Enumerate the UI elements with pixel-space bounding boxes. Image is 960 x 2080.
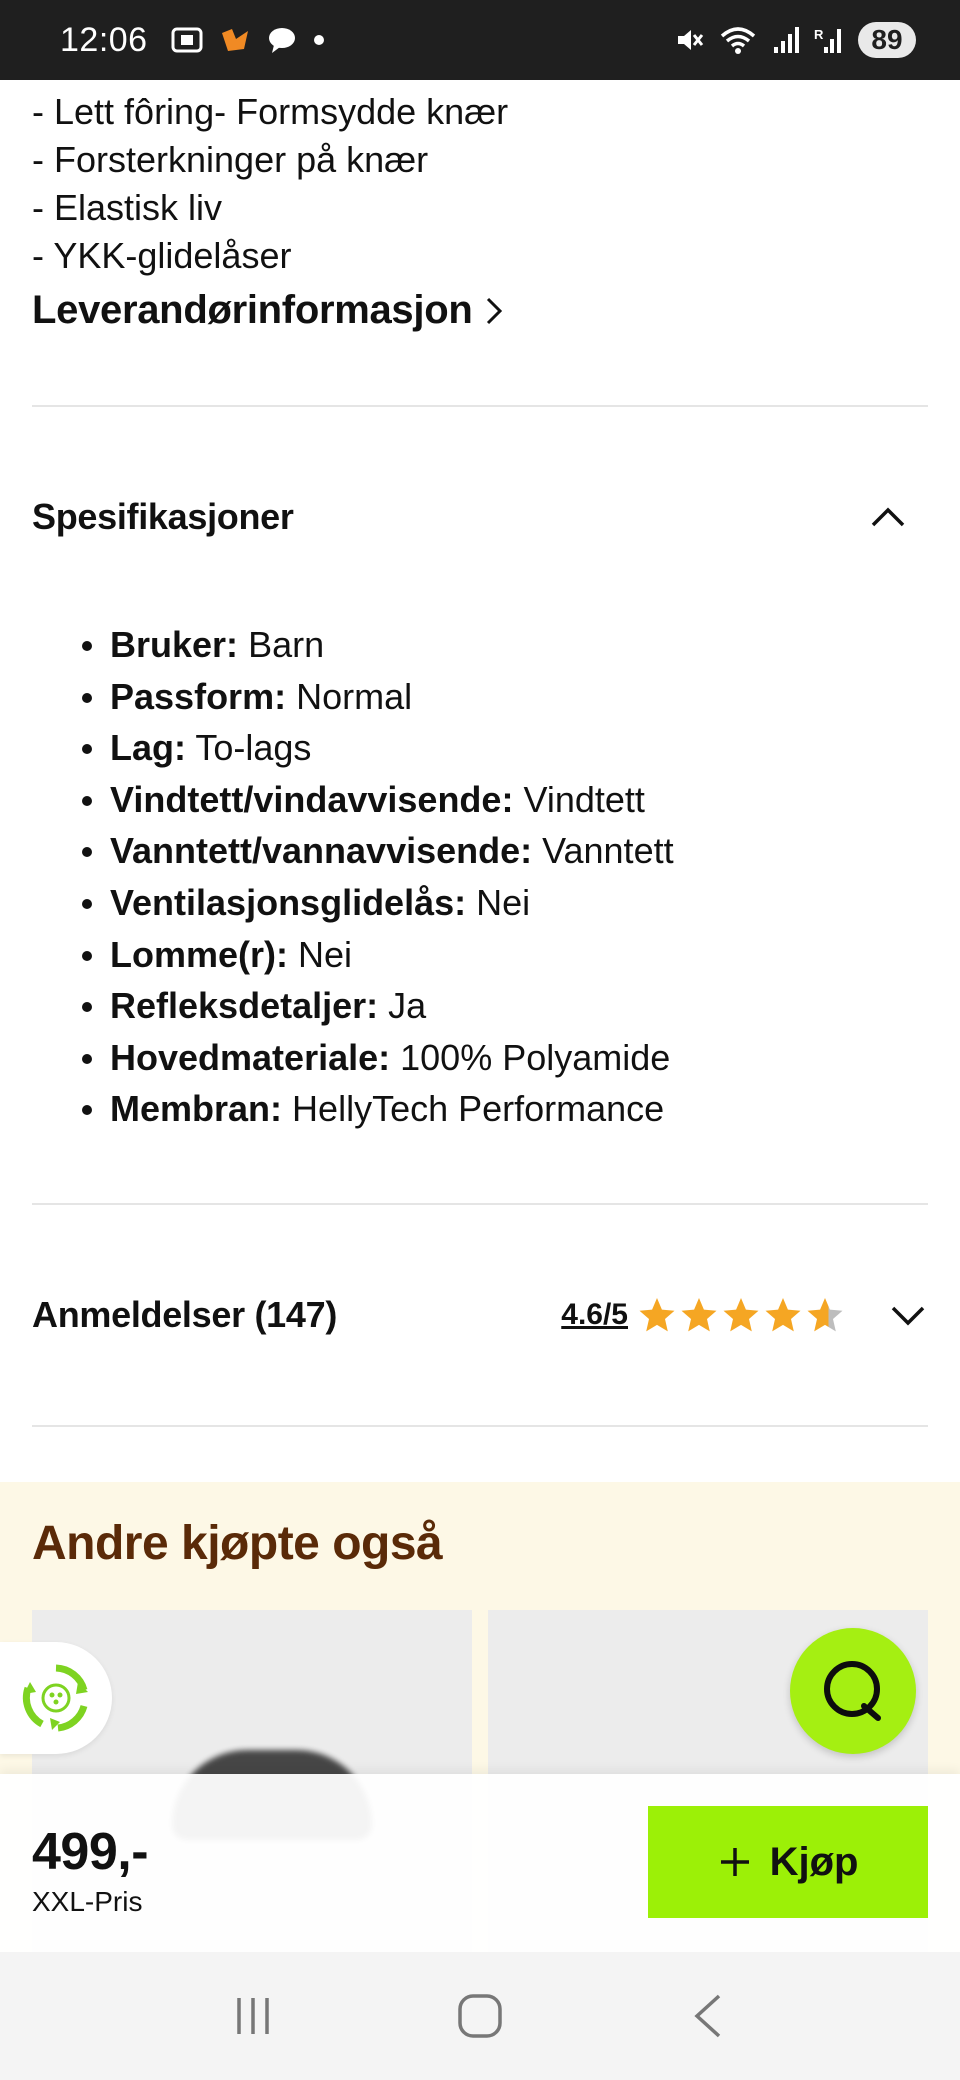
reviews-header[interactable]: Anmeldelser (147) 4.6/5 [0, 1205, 960, 1425]
spec-key: Lomme(r): [110, 933, 288, 975]
spec-key: Hovedmateriale: [110, 1036, 391, 1078]
star-icon [681, 1297, 717, 1332]
signal-r-icon: R [814, 27, 841, 53]
star-icon [639, 1297, 675, 1332]
svg-text:R: R [814, 27, 824, 42]
spec-value: To-lags [195, 727, 312, 769]
spec-key: Vanntett/vannavvisende: [110, 830, 533, 872]
spec-item: Bruker: Barn [82, 619, 928, 671]
description-line: - Forsterkninger på knær [32, 139, 429, 180]
reviews-title: Anmeldelser (147) [32, 1293, 338, 1335]
spec-item: Passform: Normal [82, 671, 928, 723]
spec-value: Barn [248, 624, 325, 665]
chat-bubble-icon [268, 28, 295, 53]
recommendations-title: Andre kjøpte også [32, 1517, 443, 1570]
spec-key: Membran: [110, 1088, 283, 1130]
home-button[interactable] [440, 1976, 520, 2056]
spec-item: Refleksdetaljer: Ja [82, 980, 928, 1032]
recycle-icon [22, 1664, 88, 1732]
description-line: - Elastisk liv [32, 187, 223, 228]
spec-key: Ventilasjonsglidelås: [110, 881, 467, 923]
eco-badge[interactable] [0, 1642, 112, 1754]
spec-key: Refleksdetaljer: [110, 985, 379, 1027]
buy-button[interactable]: Kjøp [648, 1806, 928, 1918]
buy-bar: 499,- XXL-Pris Kjøp [0, 1774, 960, 1952]
spec-value: Ja [388, 985, 427, 1027]
back-button[interactable] [667, 1976, 747, 2056]
spec-value: Vanntett [542, 830, 674, 872]
star-icon [807, 1297, 843, 1332]
price: 499,- [32, 1823, 149, 1881]
product-description: - Lett fôring- Formsydde knær - Forsterk… [0, 80, 960, 333]
spec-value: 100% Polyamide [400, 1036, 671, 1078]
spec-item: Ventilasjonsglidelås: Nei [82, 877, 928, 929]
rating-stars [638, 1296, 844, 1334]
spec-value: HellyTech Performance [292, 1088, 665, 1130]
wifi-icon [720, 27, 756, 54]
system-nav-bar [0, 1952, 960, 2080]
spec-value: Nei [476, 881, 531, 923]
chevron-down-icon [891, 1306, 925, 1326]
chevron-up-icon [871, 507, 905, 527]
screenshot-icon [171, 27, 203, 53]
spec-key: Bruker: [110, 624, 239, 665]
spec-item: Lag: To-lags [82, 722, 928, 774]
back-icon [694, 1994, 720, 2038]
mute-icon [678, 30, 704, 50]
buy-button-label: Kjøp [769, 1839, 859, 1884]
spec-key: Passform: [110, 675, 287, 717]
star-icon [723, 1297, 759, 1332]
spec-key: Vindtett/vindavvisende: [110, 778, 514, 820]
price-label: XXL-Pris [32, 1886, 143, 1917]
rating: 4.6/5 [561, 1296, 844, 1334]
rating-value[interactable]: 4.6/5 [561, 1298, 628, 1332]
status-time: 12:06 [60, 20, 148, 59]
specifications-header[interactable]: Spesifikasjoner [0, 407, 960, 627]
divider [32, 1424, 928, 1427]
spec-item: Vindtett/vindavvisende: Vindtett [82, 774, 928, 826]
recent-apps-icon [237, 1998, 270, 2034]
spec-key: Lag: [110, 727, 186, 769]
spec-value: Nei [298, 933, 353, 975]
status-notification-icons [170, 25, 326, 55]
spec-item: Lomme(r): Nei [82, 929, 928, 981]
recent-apps-button[interactable] [213, 1976, 293, 2056]
spec-value: Normal [296, 675, 413, 717]
app-icon [221, 29, 248, 51]
plus-icon [720, 1848, 749, 1876]
specifications-title: Spesifikasjoner [32, 496, 294, 537]
supplier-info-link[interactable]: Leverandørinformasjon [32, 288, 928, 333]
star-icon [765, 1297, 801, 1332]
description-line: - YKK-glidelåser [32, 235, 292, 276]
description-line: - Lett fôring- Formsydde knær [32, 91, 509, 132]
battery-indicator: 89 [858, 22, 916, 58]
spec-value: Vindtett [523, 778, 645, 820]
supplier-info-label: Leverandørinformasjon [32, 288, 473, 332]
signal-icon [774, 27, 799, 53]
status-bar: 12:06 R 89 [0, 0, 960, 80]
status-system-icons: R 89 [672, 22, 916, 58]
spec-item: Membran: HellyTech Performance [82, 1083, 928, 1135]
chevron-right-icon [487, 297, 503, 324]
dot-icon [313, 35, 324, 45]
spec-item: Hovedmateriale: 100% Polyamide [82, 1032, 928, 1084]
chat-button[interactable] [790, 1628, 916, 1754]
specifications-list: Bruker: Barn Passform: Normal Lag: To-la… [0, 619, 960, 1135]
product-details: - Lett fôring- Formsydde knær - Forsterk… [0, 80, 960, 1427]
chat-icon [824, 1661, 881, 1721]
spec-item: Vanntett/vannavvisende: Vanntett [82, 825, 928, 877]
home-icon [458, 1994, 502, 2038]
